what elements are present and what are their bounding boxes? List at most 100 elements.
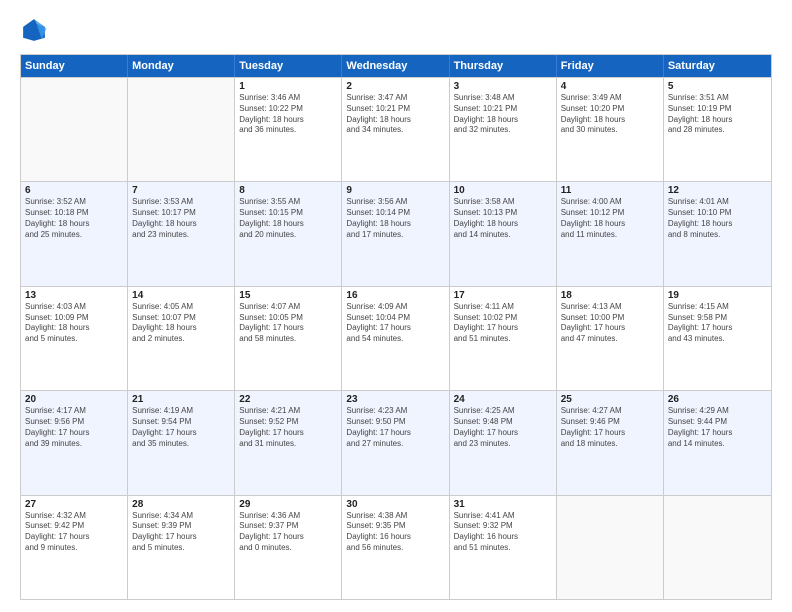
calendar-day-8: 8Sunrise: 3:55 AM Sunset: 10:15 PM Dayli…	[235, 182, 342, 285]
day-number: 20	[25, 394, 123, 405]
calendar-day-1: 1Sunrise: 3:46 AM Sunset: 10:22 PM Dayli…	[235, 78, 342, 181]
day-number: 25	[561, 394, 659, 405]
day-info: Sunrise: 4:21 AM Sunset: 9:52 PM Dayligh…	[239, 406, 337, 449]
day-number: 11	[561, 185, 659, 196]
day-info: Sunrise: 4:25 AM Sunset: 9:48 PM Dayligh…	[454, 406, 552, 449]
calendar-day-24: 24Sunrise: 4:25 AM Sunset: 9:48 PM Dayli…	[450, 391, 557, 494]
day-info: Sunrise: 3:53 AM Sunset: 10:17 PM Daylig…	[132, 197, 230, 240]
day-info: Sunrise: 3:48 AM Sunset: 10:21 PM Daylig…	[454, 93, 552, 136]
day-info: Sunrise: 4:19 AM Sunset: 9:54 PM Dayligh…	[132, 406, 230, 449]
calendar-day-6: 6Sunrise: 3:52 AM Sunset: 10:18 PM Dayli…	[21, 182, 128, 285]
day-number: 27	[25, 499, 123, 510]
day-info: Sunrise: 4:01 AM Sunset: 10:10 PM Daylig…	[668, 197, 767, 240]
day-number: 16	[346, 290, 444, 301]
calendar-day-10: 10Sunrise: 3:58 AM Sunset: 10:13 PM Dayl…	[450, 182, 557, 285]
weekday-header-monday: Monday	[128, 55, 235, 77]
weekday-header-tuesday: Tuesday	[235, 55, 342, 77]
day-number: 28	[132, 499, 230, 510]
day-info: Sunrise: 4:41 AM Sunset: 9:32 PM Dayligh…	[454, 511, 552, 554]
calendar-day-26: 26Sunrise: 4:29 AM Sunset: 9:44 PM Dayli…	[664, 391, 771, 494]
calendar-week-4: 20Sunrise: 4:17 AM Sunset: 9:56 PM Dayli…	[21, 390, 771, 494]
calendar-day-13: 13Sunrise: 4:03 AM Sunset: 10:09 PM Dayl…	[21, 287, 128, 390]
day-info: Sunrise: 4:00 AM Sunset: 10:12 PM Daylig…	[561, 197, 659, 240]
calendar-day-21: 21Sunrise: 4:19 AM Sunset: 9:54 PM Dayli…	[128, 391, 235, 494]
day-info: Sunrise: 4:03 AM Sunset: 10:09 PM Daylig…	[25, 302, 123, 345]
day-number: 19	[668, 290, 767, 301]
day-info: Sunrise: 4:11 AM Sunset: 10:02 PM Daylig…	[454, 302, 552, 345]
weekday-header-wednesday: Wednesday	[342, 55, 449, 77]
calendar-body: 1Sunrise: 3:46 AM Sunset: 10:22 PM Dayli…	[21, 77, 771, 599]
day-number: 2	[346, 81, 444, 92]
calendar-day-20: 20Sunrise: 4:17 AM Sunset: 9:56 PM Dayli…	[21, 391, 128, 494]
day-number: 17	[454, 290, 552, 301]
day-info: Sunrise: 4:29 AM Sunset: 9:44 PM Dayligh…	[668, 406, 767, 449]
day-number: 13	[25, 290, 123, 301]
day-number: 8	[239, 185, 337, 196]
day-info: Sunrise: 3:52 AM Sunset: 10:18 PM Daylig…	[25, 197, 123, 240]
day-number: 7	[132, 185, 230, 196]
day-info: Sunrise: 3:46 AM Sunset: 10:22 PM Daylig…	[239, 93, 337, 136]
day-info: Sunrise: 3:56 AM Sunset: 10:14 PM Daylig…	[346, 197, 444, 240]
day-number: 6	[25, 185, 123, 196]
calendar-day-30: 30Sunrise: 4:38 AM Sunset: 9:35 PM Dayli…	[342, 496, 449, 599]
day-info: Sunrise: 4:27 AM Sunset: 9:46 PM Dayligh…	[561, 406, 659, 449]
calendar-week-2: 6Sunrise: 3:52 AM Sunset: 10:18 PM Dayli…	[21, 181, 771, 285]
day-number: 24	[454, 394, 552, 405]
day-info: Sunrise: 4:09 AM Sunset: 10:04 PM Daylig…	[346, 302, 444, 345]
day-number: 14	[132, 290, 230, 301]
day-info: Sunrise: 4:34 AM Sunset: 9:39 PM Dayligh…	[132, 511, 230, 554]
day-number: 30	[346, 499, 444, 510]
day-info: Sunrise: 4:36 AM Sunset: 9:37 PM Dayligh…	[239, 511, 337, 554]
weekday-header-sunday: Sunday	[21, 55, 128, 77]
day-number: 26	[668, 394, 767, 405]
weekday-header-friday: Friday	[557, 55, 664, 77]
weekday-header-thursday: Thursday	[450, 55, 557, 77]
calendar-header: SundayMondayTuesdayWednesdayThursdayFrid…	[21, 55, 771, 77]
day-number: 22	[239, 394, 337, 405]
day-info: Sunrise: 4:17 AM Sunset: 9:56 PM Dayligh…	[25, 406, 123, 449]
day-number: 31	[454, 499, 552, 510]
day-info: Sunrise: 4:32 AM Sunset: 9:42 PM Dayligh…	[25, 511, 123, 554]
day-number: 4	[561, 81, 659, 92]
calendar-day-31: 31Sunrise: 4:41 AM Sunset: 9:32 PM Dayli…	[450, 496, 557, 599]
day-number: 1	[239, 81, 337, 92]
day-number: 10	[454, 185, 552, 196]
calendar-day-27: 27Sunrise: 4:32 AM Sunset: 9:42 PM Dayli…	[21, 496, 128, 599]
day-number: 9	[346, 185, 444, 196]
calendar: SundayMondayTuesdayWednesdayThursdayFrid…	[20, 54, 772, 600]
day-info: Sunrise: 3:58 AM Sunset: 10:13 PM Daylig…	[454, 197, 552, 240]
header	[20, 16, 772, 44]
day-info: Sunrise: 4:05 AM Sunset: 10:07 PM Daylig…	[132, 302, 230, 345]
calendar-day-28: 28Sunrise: 4:34 AM Sunset: 9:39 PM Dayli…	[128, 496, 235, 599]
logo	[20, 16, 52, 44]
calendar-week-3: 13Sunrise: 4:03 AM Sunset: 10:09 PM Dayl…	[21, 286, 771, 390]
calendar-week-5: 27Sunrise: 4:32 AM Sunset: 9:42 PM Dayli…	[21, 495, 771, 599]
logo-icon	[20, 16, 48, 44]
calendar-day-25: 25Sunrise: 4:27 AM Sunset: 9:46 PM Dayli…	[557, 391, 664, 494]
day-info: Sunrise: 3:51 AM Sunset: 10:19 PM Daylig…	[668, 93, 767, 136]
calendar-day-23: 23Sunrise: 4:23 AM Sunset: 9:50 PM Dayli…	[342, 391, 449, 494]
calendar-day-empty	[664, 496, 771, 599]
day-number: 21	[132, 394, 230, 405]
calendar-day-4: 4Sunrise: 3:49 AM Sunset: 10:20 PM Dayli…	[557, 78, 664, 181]
calendar-day-16: 16Sunrise: 4:09 AM Sunset: 10:04 PM Dayl…	[342, 287, 449, 390]
calendar-day-15: 15Sunrise: 4:07 AM Sunset: 10:05 PM Dayl…	[235, 287, 342, 390]
day-number: 15	[239, 290, 337, 301]
day-info: Sunrise: 3:55 AM Sunset: 10:15 PM Daylig…	[239, 197, 337, 240]
day-info: Sunrise: 3:49 AM Sunset: 10:20 PM Daylig…	[561, 93, 659, 136]
calendar-day-empty	[557, 496, 664, 599]
calendar-day-7: 7Sunrise: 3:53 AM Sunset: 10:17 PM Dayli…	[128, 182, 235, 285]
day-number: 23	[346, 394, 444, 405]
calendar-day-9: 9Sunrise: 3:56 AM Sunset: 10:14 PM Dayli…	[342, 182, 449, 285]
calendar-day-22: 22Sunrise: 4:21 AM Sunset: 9:52 PM Dayli…	[235, 391, 342, 494]
calendar-day-17: 17Sunrise: 4:11 AM Sunset: 10:02 PM Dayl…	[450, 287, 557, 390]
day-number: 12	[668, 185, 767, 196]
day-info: Sunrise: 4:23 AM Sunset: 9:50 PM Dayligh…	[346, 406, 444, 449]
day-info: Sunrise: 4:13 AM Sunset: 10:00 PM Daylig…	[561, 302, 659, 345]
calendar-day-14: 14Sunrise: 4:05 AM Sunset: 10:07 PM Dayl…	[128, 287, 235, 390]
calendar-day-2: 2Sunrise: 3:47 AM Sunset: 10:21 PM Dayli…	[342, 78, 449, 181]
calendar-day-empty	[128, 78, 235, 181]
calendar-day-19: 19Sunrise: 4:15 AM Sunset: 9:58 PM Dayli…	[664, 287, 771, 390]
day-info: Sunrise: 4:07 AM Sunset: 10:05 PM Daylig…	[239, 302, 337, 345]
calendar-week-1: 1Sunrise: 3:46 AM Sunset: 10:22 PM Dayli…	[21, 77, 771, 181]
